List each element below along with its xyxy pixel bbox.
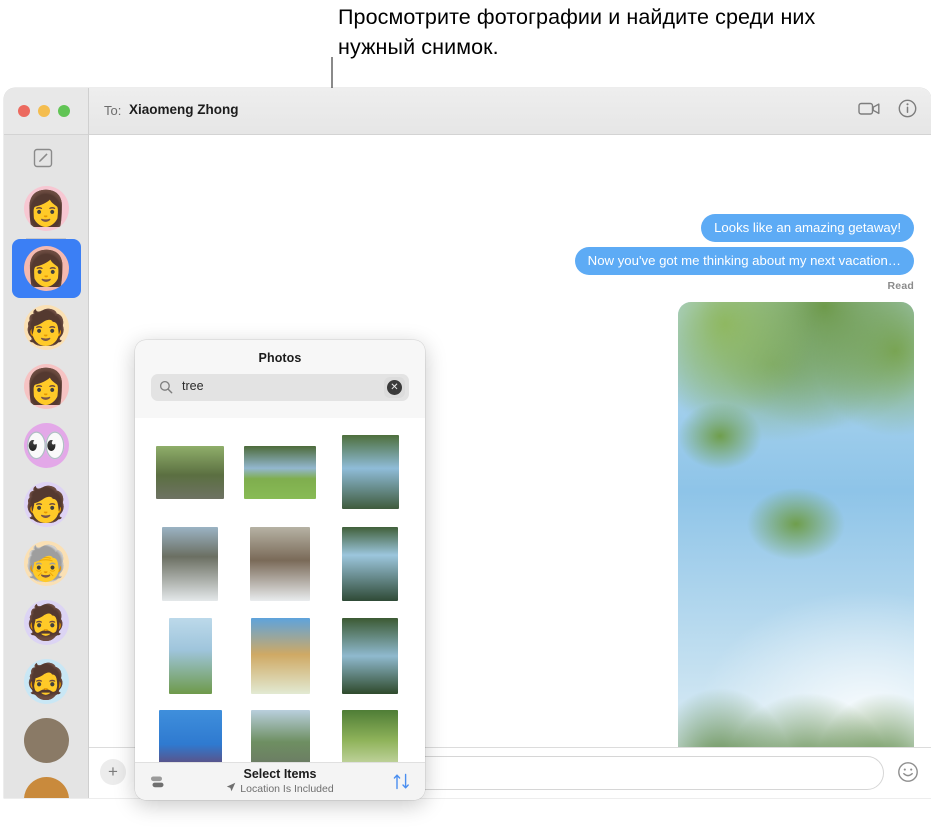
photo-thumb-palm-path-to-sea[interactable] [342, 618, 398, 694]
photo-thumb-sea-stacks-surf[interactable] [250, 527, 310, 601]
avatar: 🧑 [23, 482, 69, 527]
avatar-face: 🧓 [24, 545, 68, 583]
attachment-palm-left [678, 388, 780, 484]
photo-cell[interactable] [235, 426, 325, 518]
popover-title: Photos [258, 351, 302, 365]
callout-text: Просмотрите фотографии и найдите среди н… [338, 5, 816, 59]
photo-thumb-red-leaves-blue-sky[interactable] [158, 710, 222, 766]
sidebar-item-memoji-person-gray-hair[interactable]: 🧓 [4, 534, 88, 593]
photo-thumb-meadow-trees-sky[interactable] [244, 445, 316, 499]
photo-thumb-palms-and-grass[interactable] [168, 618, 212, 694]
avatar: 🧔 [23, 659, 69, 704]
select-items-label: Select Items [243, 767, 317, 781]
window-traffic-lights[interactable] [18, 105, 70, 117]
photo-cell[interactable] [235, 610, 325, 702]
video-camera-icon[interactable] [858, 100, 881, 122]
message-row: Looks like an amazing getaway! [89, 214, 931, 242]
conversation-header: To: Xiaomeng Zhong [89, 88, 931, 135]
avatar-face: 👩 [24, 190, 68, 228]
photo-cell[interactable] [235, 702, 325, 766]
clear-search-button[interactable]: ✕ [384, 377, 405, 398]
close-button[interactable] [18, 105, 30, 117]
photo-thumb-black-sand-beach[interactable] [250, 710, 310, 766]
sidebar-item-memoji-woman-bun[interactable]: 👩 [4, 357, 88, 416]
message-row: Now you've got me thinking about my next… [89, 247, 931, 275]
sidebar-item-memoji-person-beard[interactable]: 🧔 [4, 652, 88, 711]
sidebar-item-memoji-woman-bob[interactable]: 👩 [12, 239, 81, 298]
photo-grid[interactable] [135, 418, 425, 766]
photo-search-field[interactable]: tree ✕ [151, 374, 409, 401]
photo-thumb-white-flower-greenery[interactable] [342, 710, 398, 766]
avatar-face: 👀 [24, 427, 68, 465]
photo-cell[interactable] [325, 518, 415, 610]
conversation-list[interactable]: 👩 👩 🧑 👩 👀 🧑 🧓 🧔 🧔 [4, 135, 88, 798]
clear-icon[interactable]: ✕ [387, 380, 402, 395]
photo-cell[interactable] [145, 610, 235, 702]
photo-thumb-forest-rocks-blossom[interactable] [156, 445, 224, 499]
sidebar-item-memoji-woman-glasses[interactable]: 👩 [4, 179, 88, 238]
photo-cell[interactable] [325, 702, 415, 766]
photo-thumb-palm-over-river[interactable] [341, 435, 399, 509]
photo-cell[interactable] [325, 426, 415, 518]
photo-grid-inner [135, 418, 425, 766]
location-label: Location Is Included [240, 782, 334, 795]
avatar: 👩 [24, 246, 69, 291]
smiley-icon[interactable] [897, 761, 919, 783]
avatar-face: 🧑 [24, 309, 68, 347]
popover-footer: Select Items Location Is Included [135, 762, 425, 800]
photo-cell[interactable] [325, 610, 415, 702]
photo-thumb-coastal-cliffs-cove[interactable] [162, 527, 218, 601]
photo-cell[interactable] [235, 518, 325, 610]
sidebar-item-memoji-eyes[interactable]: 👀 [4, 416, 88, 475]
avatar: 👩 [23, 364, 69, 409]
search-icon [159, 380, 173, 399]
sidebar-item-memoji-person-green-hat[interactable]: 🧑 [4, 298, 88, 357]
photo-cell[interactable] [145, 426, 235, 518]
location-status: Location Is Included [135, 782, 425, 795]
header-actions[interactable] [858, 99, 917, 123]
zoom-button[interactable] [58, 105, 70, 117]
location-arrow-icon [226, 782, 236, 795]
sidebar-item-photo-person[interactable] [4, 770, 88, 798]
avatar: 🧓 [23, 541, 69, 586]
info-icon[interactable] [898, 99, 917, 123]
avatar-face: 🧔 [24, 604, 68, 642]
avatar-face: 🧑 [24, 486, 68, 524]
photo-thumb-jungle-stream[interactable] [342, 527, 398, 601]
message-list: Looks like an amazing getaway! Now you've… [89, 135, 931, 275]
to-label: To: [104, 103, 122, 118]
avatar [23, 777, 69, 798]
sidebar-toolbar [4, 88, 88, 135]
sidebar-item-memoji-person-yellow-glasses[interactable]: 🧑 [4, 475, 88, 534]
avatar: 👩 [23, 186, 69, 231]
sort-arrows-icon[interactable] [392, 772, 411, 796]
photos-popover: Photos tree ✕ Select Items Location Is I… [135, 340, 425, 800]
photo-cell[interactable] [145, 518, 235, 610]
sidebar-item-memoji-person-beanie[interactable]: 🧔 [4, 593, 88, 652]
message-bubble[interactable]: Now you've got me thinking about my next… [574, 247, 914, 275]
avatar-face: 👩 [24, 368, 68, 406]
conversations-sidebar: 👩 👩 🧑 👩 👀 🧑 🧓 🧔 🧔 [4, 88, 89, 798]
avatar: 🧔 [23, 600, 69, 645]
search-input-value[interactable]: tree [182, 379, 204, 393]
minimize-button[interactable] [38, 105, 50, 117]
footer-text: Select Items Location Is Included [135, 763, 425, 795]
photo-attachment[interactable] [678, 302, 914, 775]
avatar-face: 👩 [25, 250, 68, 288]
avatar: 👀 [23, 423, 69, 468]
layers-icon[interactable] [149, 774, 165, 795]
avatar: 🧑 [23, 305, 69, 350]
photo-cell[interactable] [145, 702, 235, 766]
read-receipt: Read [887, 280, 914, 292]
avatar-face: 🧔 [24, 663, 68, 701]
message-bubble[interactable]: Looks like an amazing getaway! [701, 214, 914, 242]
attachment-palm-center [726, 472, 866, 576]
photo-thumb-dog-in-wildflowers[interactable] [250, 618, 310, 694]
add-attachment-button[interactable]: + [100, 759, 126, 785]
avatar [23, 718, 69, 763]
recipient-name: Xiaomeng Zhong [129, 102, 239, 117]
sidebar-item-photo-woman[interactable] [4, 711, 88, 770]
